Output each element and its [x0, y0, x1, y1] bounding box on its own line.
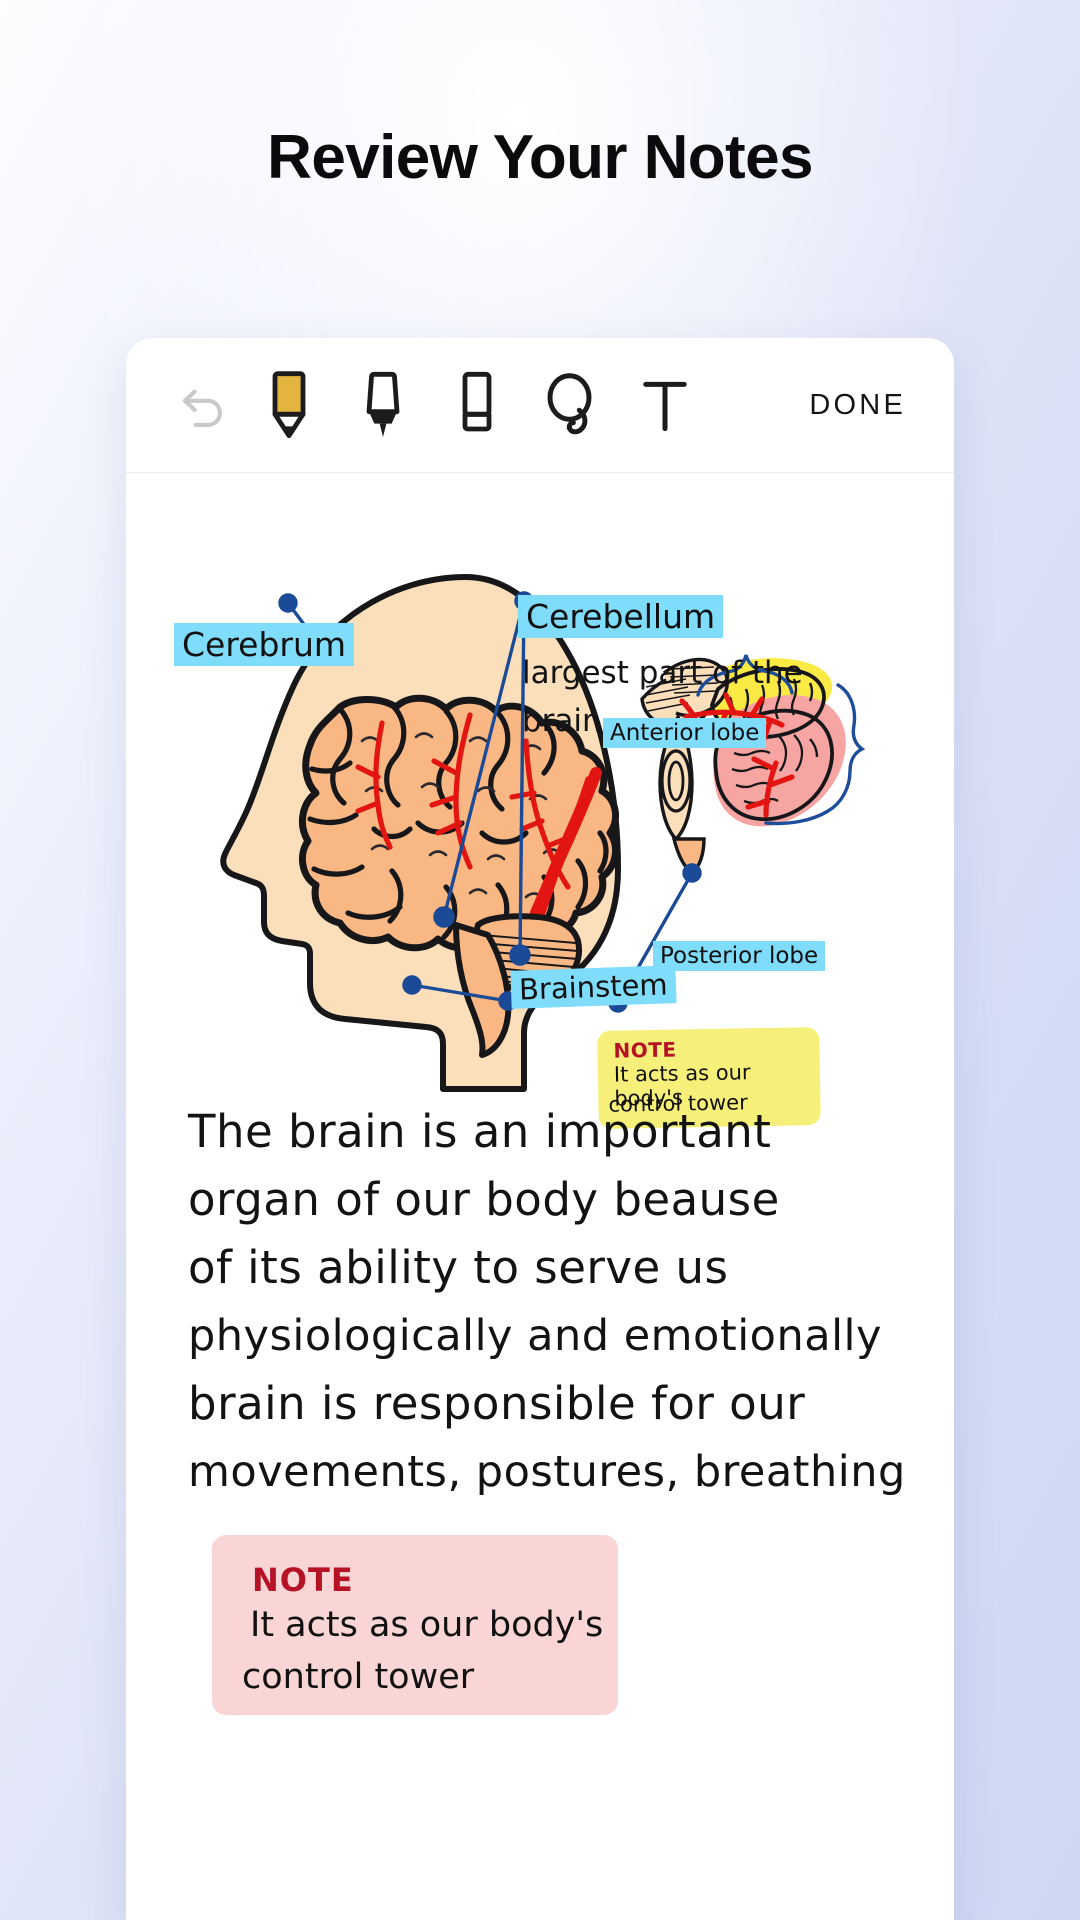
text-icon [643, 381, 687, 432]
pen-icon [366, 371, 400, 437]
label-cerebrum-text: Cerebrum [182, 625, 347, 664]
lasso-icon [547, 373, 592, 435]
label-anterior-lobe-text: Anterior lobe [610, 720, 760, 746]
note-canvas[interactable]: Cerebrum Cerebellum largest part of the … [126, 473, 954, 1920]
sticky-note-yellow-heading: NOTE [613, 1037, 677, 1063]
label-cerebellum: Cerebellum [518, 595, 724, 638]
label-brainstem-text: Brainstem [518, 967, 669, 1007]
note-body-line-4: physiologically and emotionally [188, 1311, 882, 1361]
undo-button[interactable] [160, 362, 246, 448]
brain-diagram [220, 574, 866, 1092]
note-body-line-2: organ of our body beause [188, 1173, 780, 1226]
cerebellum-caption-line1: largest part of the [522, 655, 803, 691]
note-editor-card: DONE Cerebrum Cerebellum largest part of… [126, 338, 954, 1920]
label-anterior-lobe: Anterior lobe [603, 718, 767, 748]
sticky-note-pink-heading: NOTE [252, 1561, 354, 1599]
note-body-line-3: of its ability to serve us [188, 1241, 729, 1294]
done-button[interactable]: DONE [809, 389, 920, 422]
pencil-tool[interactable] [246, 362, 332, 448]
label-cerebellum-text: Cerebellum [526, 597, 716, 636]
label-posterior-lobe: Posterior lobe [653, 941, 826, 971]
note-body-line-5: brain is responsible for our [188, 1377, 806, 1430]
label-brainstem: Brainstem [510, 965, 677, 1009]
lasso-tool[interactable] [528, 362, 614, 448]
note-body-line-1: The brain is an important [188, 1105, 772, 1158]
editor-toolbar: DONE [126, 338, 954, 473]
text-tool[interactable] [622, 362, 708, 448]
pen-tool[interactable] [340, 362, 426, 448]
note-body-line-6: movements, postures, breathing [188, 1447, 906, 1497]
undo-icon [182, 389, 222, 427]
pencil-icon [272, 371, 306, 439]
sticky-note-pink-line2: control tower [242, 1657, 475, 1697]
eraser-tool[interactable] [434, 362, 520, 448]
page-title: Review Your Notes [267, 123, 813, 192]
eraser-icon [462, 371, 492, 432]
sticky-note-pink[interactable]: NOTE It acts as our body's control tower [212, 1535, 618, 1715]
label-posterior-lobe-text: Posterior lobe [660, 943, 819, 969]
sticky-note-pink-line1: It acts as our body's [250, 1605, 604, 1645]
note-body-text[interactable]: The brain is an important organ of our b… [188, 1098, 908, 1506]
label-cerebrum: Cerebrum [174, 623, 355, 666]
